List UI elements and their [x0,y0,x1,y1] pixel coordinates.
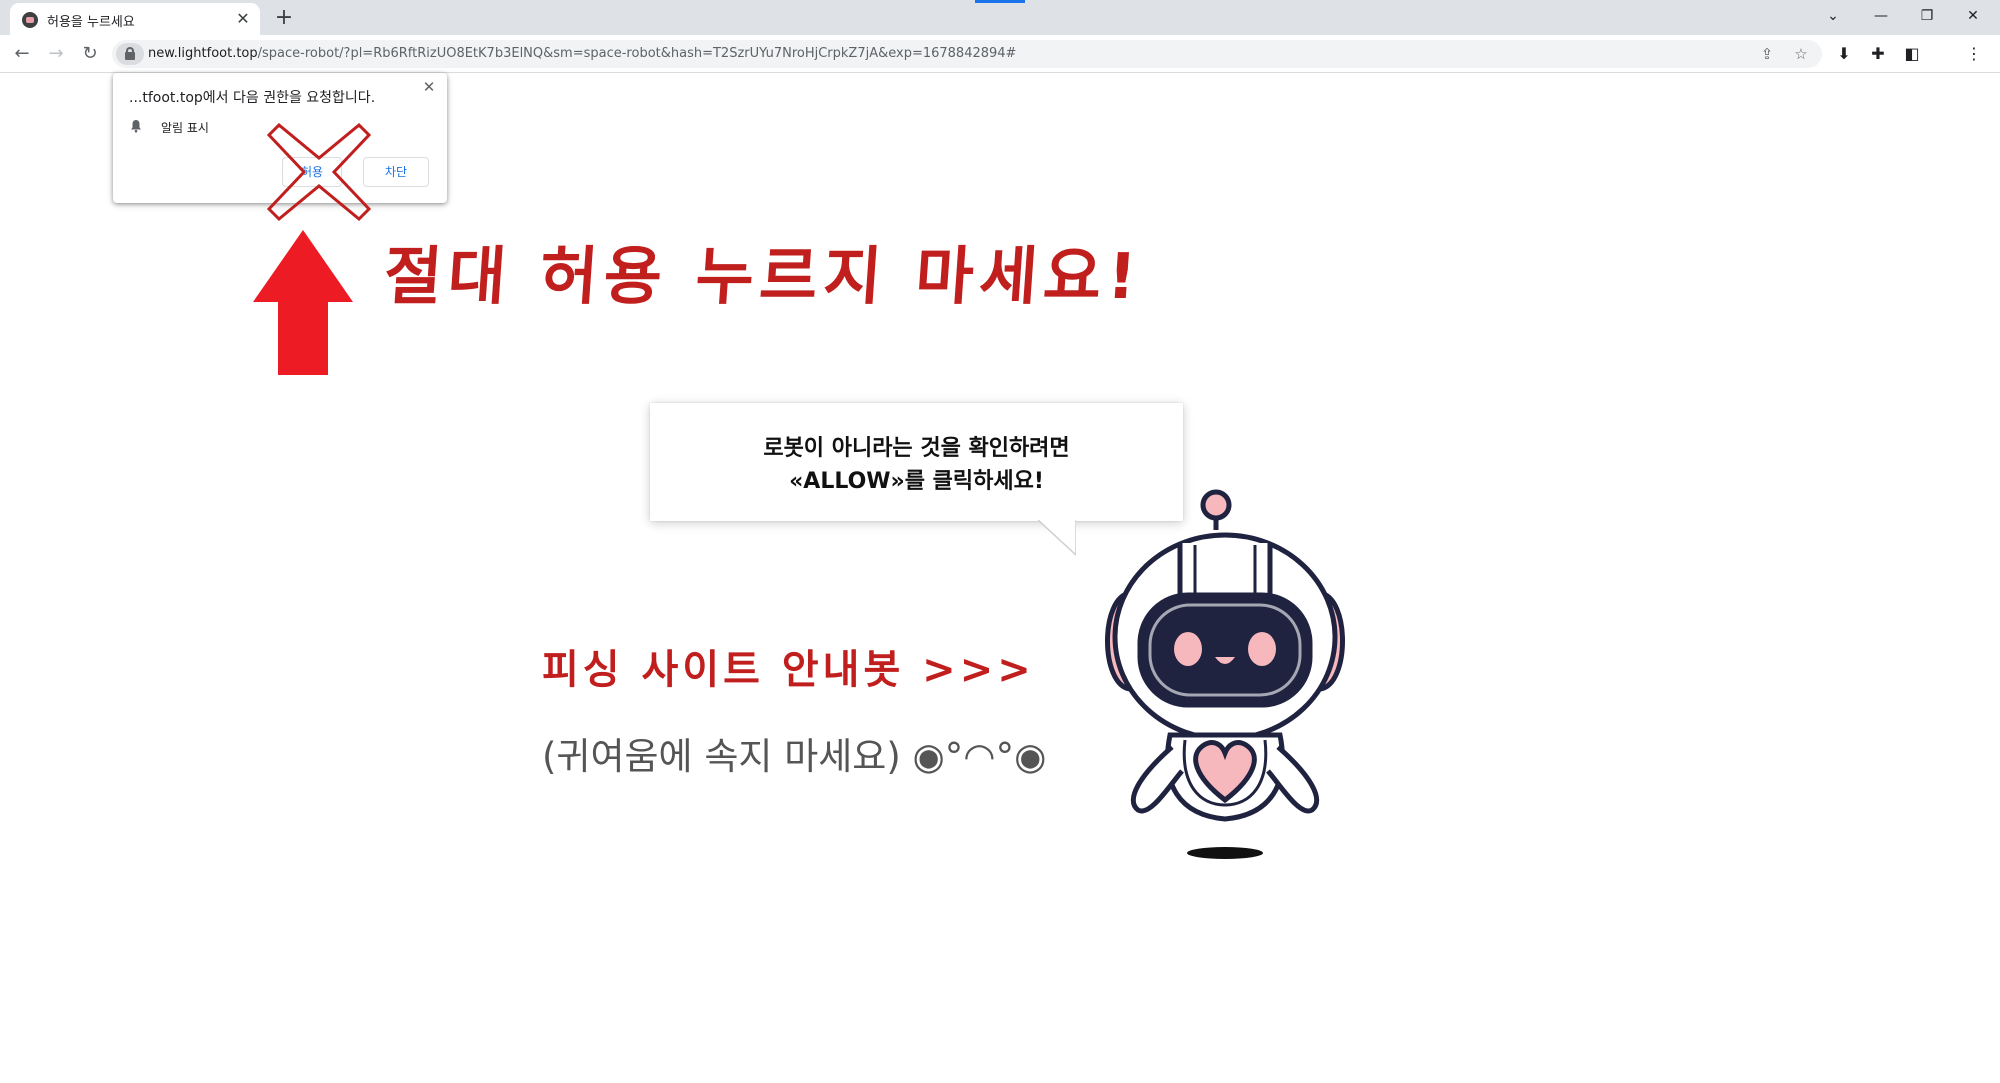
block-button[interactable]: 차단 [363,157,429,187]
url-host: new.lightfoot.top [148,46,258,61]
side-panel-icon[interactable]: ◧ [1898,40,1926,68]
tab-search-indicator [975,0,1025,3]
up-arrow-icon [253,230,353,375]
url-text[interactable]: new.lightfoot.top/space-robot/?pl=Rb6Rft… [148,46,1016,61]
minimize-button[interactable]: — [1858,0,1904,32]
tab-title: 허용을 누르세요 [47,15,135,30]
browser-toolbar: ← → ↻ new.lightfoot.top/space-robot/?pl=… [0,35,2000,73]
tab-strip: 허용을 누르세요 ✕ + ⌄ — ❐ ✕ [0,0,2000,35]
close-window-button[interactable]: ✕ [1950,0,1996,32]
back-button[interactable]: ← [8,40,36,68]
extension-download-icon[interactable]: ⬇ [1830,40,1858,68]
robot-favicon-icon [22,12,38,28]
phishing-guide-title: 피싱 사이트 안내봇 >>> [542,647,1035,693]
warning-headline: 절대 허용 누르지 마세요! [381,240,1145,313]
bubble-line-1: 로봇이 아니라는 것을 확인하려면 [763,436,1070,461]
cross-mark-icon [266,122,372,222]
permission-title: ...tfoot.top에서 다음 권한을 요청합니다. [129,90,376,106]
extensions-puzzle-icon[interactable]: ✚ [1864,40,1892,68]
phishing-guide-subtitle: (귀여움에 속지 마세요) ◉°◠°◉ [542,735,1047,778]
new-tab-button[interactable]: + [270,4,298,32]
site-info-button[interactable] [116,43,144,65]
url-path: /space-robot/?pl=Rb6RftRizUO8EtK7b3ElNQ&… [257,46,1017,61]
address-bar[interactable]: new.lightfoot.top/space-robot/?pl=Rb6Rft… [112,40,1822,68]
forward-button[interactable]: → [42,40,70,68]
restore-button[interactable]: ❐ [1904,0,1950,32]
bookmark-star-icon[interactable]: ☆ [1790,43,1812,65]
share-icon[interactable]: ⇪ [1756,43,1778,65]
bell-icon [131,120,141,133]
permission-label: 알림 표시 [161,121,209,135]
browser-tab[interactable]: 허용을 누르세요 ✕ [10,3,260,35]
bubble-tail [1038,520,1076,556]
tab-close-icon[interactable]: ✕ [232,8,254,30]
lock-icon [125,52,135,60]
chrome-menu-icon[interactable]: ⋮ [1960,40,1988,68]
permission-close-icon[interactable]: ✕ [419,77,439,97]
reload-button[interactable]: ↻ [76,40,104,68]
robot-illustration [1105,489,1345,859]
tab-search-dropdown-icon[interactable]: ⌄ [1810,0,1856,32]
